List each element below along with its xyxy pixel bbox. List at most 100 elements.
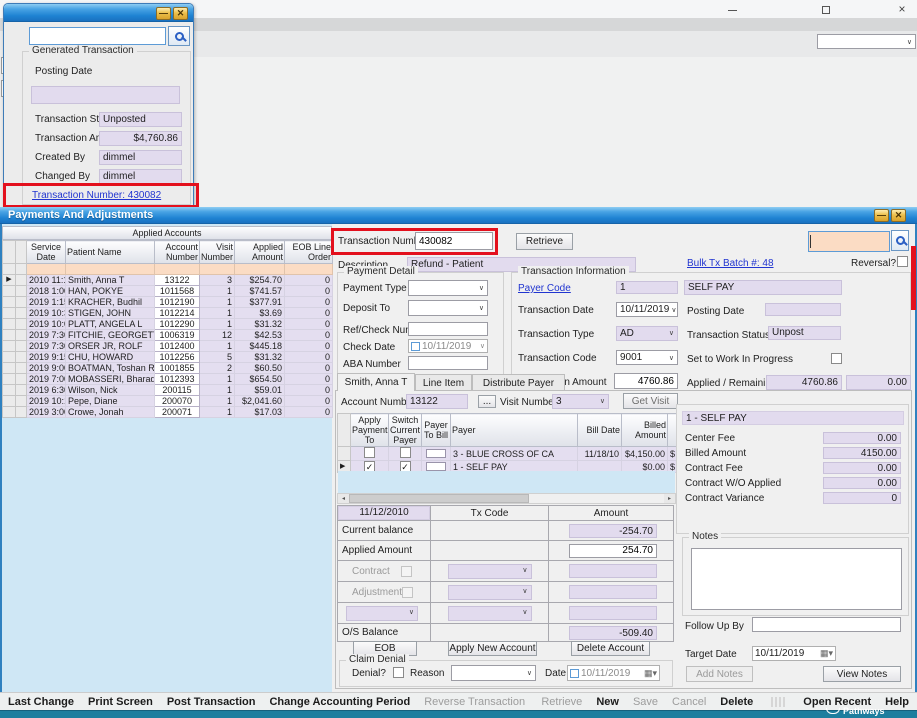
payment-type-dropdown[interactable]: ∨	[408, 280, 488, 296]
payer-row[interactable]: 3 - BLUE CROSS OF CA11/18/10$4,150.00$	[338, 447, 677, 461]
status-bar-item[interactable]: Post Transaction	[167, 696, 256, 708]
transaction-number-input[interactable]	[415, 232, 493, 250]
reversal-checkbox[interactable]	[897, 256, 908, 267]
column-header[interactable]: Switch Current Payer	[389, 414, 422, 447]
minimize-icon[interactable]: —	[156, 7, 171, 20]
aba-number-input[interactable]	[408, 356, 488, 370]
transaction-date-picker[interactable]: 10/11/2019∨	[616, 302, 678, 317]
apply-payment-checkbox[interactable]	[364, 447, 375, 458]
status-bar-item[interactable]: Last Change	[8, 696, 74, 708]
delete-account-button[interactable]: Delete Account	[571, 641, 650, 656]
status-bar-item[interactable]: Help	[885, 696, 909, 708]
payer-to-bill-cell[interactable]	[422, 447, 451, 461]
column-header[interactable]: Patient Name	[66, 241, 155, 264]
applied-account-row[interactable]: 2019 3:00:0Crowe, Jonah2000711$17.030	[3, 407, 333, 418]
close-icon[interactable]: ×	[894, 3, 910, 15]
scroll-left-icon[interactable]: ◂	[338, 494, 349, 503]
applied-amount-input[interactable]	[569, 544, 657, 558]
get-visit-button[interactable]: Get Visit	[623, 393, 678, 409]
target-date-picker[interactable]: 10/11/2019▦▾	[752, 646, 836, 661]
transaction-code-dropdown[interactable]: 9001∨	[616, 350, 678, 365]
minimize-icon[interactable]: —	[874, 209, 889, 222]
transaction-amount-input[interactable]	[614, 373, 678, 389]
tab-distribute-payer[interactable]: Distribute Payer	[472, 374, 565, 391]
minimize-icon[interactable]	[724, 4, 740, 16]
search-button[interactable]	[168, 26, 190, 46]
applied-account-row[interactable]: ▶2010 11:15:Smith, Anna T131223$254.700	[3, 275, 333, 286]
quick-search-input[interactable]	[808, 231, 890, 252]
applied-account-row[interactable]: 2019 7:30:0ORSER JR, ROLF10124001$445.18…	[3, 341, 333, 352]
bulk-tx-batch-link[interactable]: Bulk Tx Batch #: 48	[687, 258, 774, 269]
notes-textarea[interactable]	[691, 548, 902, 610]
status-bar-item[interactable]: New	[596, 696, 619, 708]
column-header[interactable]: Bill Date	[578, 414, 622, 447]
scroll-right-icon[interactable]: ▸	[664, 494, 675, 503]
apply-payment-cell[interactable]	[351, 447, 389, 461]
applied-account-row[interactable]: 2019 7:00:0MOBASSERI, Bharadwa10123931$6…	[3, 374, 333, 385]
contract-checkbox[interactable]	[401, 566, 412, 577]
applied-account-row[interactable]: 2018 1:00:0HAN, POKYE10115681$741.570	[3, 286, 333, 297]
filter-cell[interactable]	[200, 264, 235, 275]
view-notes-button[interactable]: View Notes	[823, 666, 901, 682]
deposit-to-dropdown[interactable]: ∨	[408, 300, 488, 316]
column-header[interactable]: Applied Amount	[235, 241, 285, 264]
restore-icon[interactable]	[818, 4, 834, 16]
applied-account-row[interactable]: 2019 10:15:(Pepe, Diane2000701$2,041.600	[3, 396, 333, 407]
column-header[interactable]: Apply Payment To	[351, 414, 389, 447]
filter-cell[interactable]	[235, 264, 285, 275]
switch-payer-cell[interactable]	[389, 447, 422, 461]
status-bar-item[interactable]: Delete	[720, 696, 753, 708]
transaction-type-dropdown[interactable]: AD∨	[616, 326, 678, 341]
visit-number-dropdown[interactable]: 3∨	[552, 394, 609, 409]
column-header[interactable]: EOB Line Order	[285, 241, 333, 264]
applied-account-row[interactable]: 2019 1:15:0(KRACHER, Budhil10121901$377.…	[3, 297, 333, 308]
status-bar-item[interactable]: Change Accounting Period	[269, 696, 410, 708]
extra-type-dropdown[interactable]: ∨	[346, 606, 418, 621]
apply-new-account-button[interactable]: Apply New Account	[448, 641, 537, 656]
retrieve-button[interactable]: Retrieve	[516, 233, 573, 250]
scrollbar-thumb[interactable]	[349, 494, 529, 503]
applied-account-row[interactable]: 2019 10:00:(PLATT, ANGELA L10122901$31.3…	[3, 319, 333, 330]
search-input[interactable]	[29, 27, 166, 45]
add-notes-button[interactable]: Add Notes	[686, 666, 753, 682]
tab-patient[interactable]: Smith, Anna T	[337, 373, 415, 391]
account-lookup-button[interactable]: ...	[478, 395, 496, 408]
horizontal-scrollbar[interactable]: ◂ ▸	[337, 493, 676, 504]
column-header[interactable]: Service Date	[27, 241, 66, 264]
top-dropdown[interactable]: ∨	[817, 34, 916, 49]
date-enable-checkbox[interactable]	[570, 669, 579, 678]
filter-cell[interactable]	[155, 264, 200, 275]
payer-code-link[interactable]: Payer Code	[518, 283, 571, 294]
column-header[interactable]: Billed Amount	[622, 414, 668, 447]
applied-account-row[interactable]: 2019 9:15:0(CHU, HOWARD10122565$31.320	[3, 352, 333, 363]
denial-reason-dropdown[interactable]: ∨	[451, 665, 536, 681]
close-icon[interactable]: ✕	[173, 7, 188, 20]
status-bar-item[interactable]: Print Screen	[88, 696, 153, 708]
filter-cell[interactable]	[27, 264, 66, 275]
denial-date-picker[interactable]: 10/11/2019▦▾	[567, 665, 660, 681]
extra-code-dropdown[interactable]: ∨	[448, 606, 532, 621]
adjustment-code-dropdown[interactable]: ∨	[448, 585, 532, 600]
column-header[interactable]: Payer	[451, 414, 578, 447]
denial-checkbox[interactable]	[393, 667, 404, 678]
posting-date-field[interactable]	[31, 86, 180, 104]
close-icon[interactable]: ✕	[891, 209, 906, 222]
transaction-number-link[interactable]: Transaction Number: 430082	[32, 190, 161, 201]
applied-account-row[interactable]: 2019 6:30:0(Wilson, Nick2001151$59.010	[3, 385, 333, 396]
contract-code-dropdown[interactable]: ∨	[448, 564, 532, 579]
filter-cell[interactable]	[66, 264, 155, 275]
search-button[interactable]	[891, 230, 909, 251]
ref-check-number-input[interactable]	[408, 322, 488, 336]
applied-account-row[interactable]: 2019 9:00:0(BOATMAN, Toshan R10018552$60…	[3, 363, 333, 374]
applied-account-row[interactable]: 2019 10:30:(STIGEN, JOHN10122141$3.690	[3, 308, 333, 319]
tab-line-item[interactable]: Line Item	[415, 374, 472, 391]
applied-account-row[interactable]: 2019 7:30:0FITCHIE, GEORGETTE100631912$4…	[3, 330, 333, 341]
check-date-picker[interactable]: 10/11/2019∨	[408, 339, 488, 353]
adjustment-checkbox[interactable]	[402, 587, 413, 598]
work-in-progress-checkbox[interactable]	[831, 353, 842, 364]
column-header[interactable]: Account Number	[155, 241, 200, 264]
switch-payer-checkbox[interactable]	[400, 447, 411, 458]
date-enable-checkbox[interactable]	[411, 342, 420, 351]
filter-cell[interactable]	[285, 264, 333, 275]
column-header[interactable]: Payer To Bill	[422, 414, 451, 447]
